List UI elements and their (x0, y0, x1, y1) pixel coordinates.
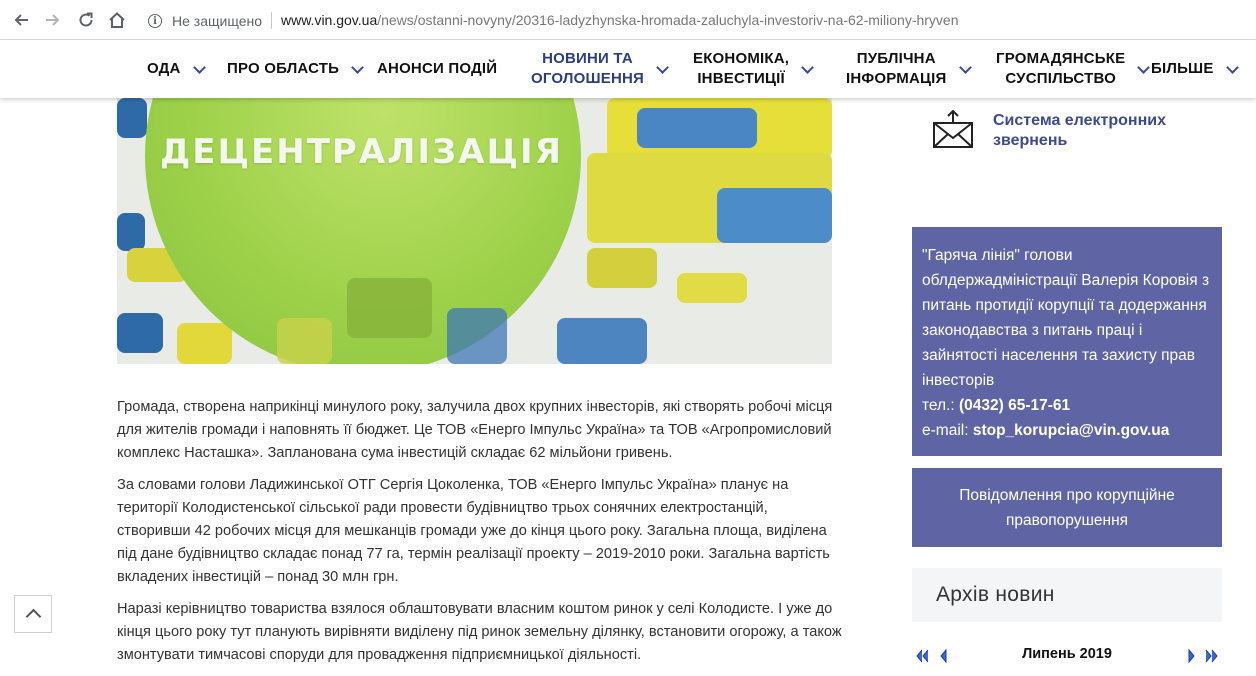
nav-item-label: ГРОМАДЯНСЬКЕ СУСПІЛЬСТВО (996, 49, 1125, 89)
forward-arrow-icon[interactable] (43, 10, 63, 30)
browser-toolbar: i Не защищено www.vin.gov.ua/news/ostann… (0, 0, 1256, 40)
article-paragraph: Громада, створена наприкінці минулого ро… (117, 399, 833, 461)
chevron-down-icon (1225, 60, 1239, 74)
hero-title: ДЕЦЕНТРАЛІЗАЦІЯ (160, 132, 563, 172)
next-month-icon[interactable] (1187, 646, 1196, 666)
chevron-down-icon (958, 60, 972, 74)
nav-label-line: ІНФОРМАЦІЯ (846, 70, 947, 87)
chevron-down-icon (192, 60, 206, 74)
previous-year-icon[interactable] (916, 646, 930, 666)
nav-item-economy[interactable]: ЕКОНОМІКА, ІНВЕСТИЦІЇ (693, 40, 815, 98)
report-corruption-button[interactable]: Повідомлення про корупційне правопорушен… (912, 468, 1222, 547)
nav-item-label: ПРО ОБЛАСТЬ (227, 60, 340, 77)
electronic-appeals-link[interactable]: Система електронних звернень (932, 110, 1166, 151)
home-icon[interactable] (107, 10, 127, 30)
archive-title: Архів новин (936, 583, 1055, 606)
nav-item-news[interactable]: НОВИНИ ТА ОГОЛОШЕННЯ (531, 40, 669, 98)
nav-item-label: ЕКОНОМІКА, ІНВЕСТИЦІЇ (693, 49, 789, 89)
nav-item-label: БІЛЬШЕ (1151, 60, 1214, 77)
news-archive-header: Архів новин (912, 568, 1222, 622)
nav-item-label: ПУБЛІЧНА ІНФОРМАЦІЯ (846, 49, 947, 89)
nav-label-line: ЕКОНОМІКА, (693, 50, 790, 67)
envelope-upload-icon (933, 110, 973, 148)
article-body: Громада, створена наприкінці минулого ро… (117, 396, 842, 676)
calendar-month: Липень 2019 (1022, 646, 1112, 662)
main-navigation: ОДА ПРО ОБЛАСТЬ АНОНСИ ПОДІЙ НОВИНИ ТА ОГ… (0, 40, 1256, 98)
calendar-navigation: Липень 2019 (912, 644, 1222, 668)
nav-item-oda[interactable]: ОДА (147, 40, 206, 98)
info-icon: i (148, 14, 162, 28)
appeal-label-line: звернень (993, 132, 1068, 149)
hotline-text: "Гаряча лінія" голови облдержадміністрац… (922, 247, 1210, 389)
nav-item-more[interactable]: БІЛЬШЕ (1151, 40, 1239, 98)
security-label: Не защищено (172, 13, 262, 29)
chevron-down-icon (1137, 60, 1151, 74)
phone-label: тел.: (922, 397, 955, 414)
chevron-up-icon (25, 608, 41, 625)
nav-label-line: НОВИНИ ТА (542, 50, 633, 67)
nav-label-line: ІНВЕСТИЦІЇ (697, 70, 785, 87)
nav-item-label: ОДА (147, 60, 181, 77)
article-image: ДЕЦЕНТРАЛІЗАЦІЯ (117, 98, 832, 364)
nav-item-label: НОВИНИ ТА ОГОЛОШЕННЯ (531, 49, 644, 89)
nav-item-label: АНОНСИ ПОДІЙ (377, 60, 498, 77)
article-paragraph: Наразі керівництво товариства взялося об… (117, 601, 842, 663)
report-label: Повідомлення про корупційне правопорушен… (959, 486, 1175, 529)
chevron-down-icon (801, 60, 815, 74)
email-link[interactable]: stop_korupcia@vin.gov.ua (973, 422, 1170, 439)
hotline-phone: тел.: (0432) 65-17-61 (922, 393, 1212, 418)
nav-item-public-info[interactable]: ПУБЛІЧНА ІНФОРМАЦІЯ (846, 40, 972, 98)
chevron-down-icon (656, 60, 669, 74)
url-separator (271, 12, 272, 29)
scroll-to-top-button[interactable] (14, 595, 52, 633)
hotline-box: "Гаряча лінія" голови облдержадміністрац… (912, 227, 1222, 456)
appeal-label-line: Система електронних (993, 112, 1166, 129)
address-field[interactable]: www.vin.gov.ua/news/ostanni-novyny/20316… (281, 12, 959, 28)
reload-icon[interactable] (76, 10, 96, 30)
url-path: /news/ostanni-novyny/20316-ladyzhynska-h… (377, 12, 959, 28)
previous-month-icon[interactable] (939, 646, 948, 666)
appeal-label: Система електронних звернень (993, 111, 1166, 151)
nav-label-line: ПУБЛІЧНА (856, 50, 936, 67)
article-paragraph: За словами голови Ладижинської ОТГ Сергі… (117, 477, 830, 585)
nav-item-about-region[interactable]: ПРО ОБЛАСТЬ (227, 40, 364, 98)
url-host: www.vin.gov.ua (281, 12, 378, 28)
email-label: e-mail: (922, 422, 969, 439)
nav-item-civil-society[interactable]: ГРОМАДЯНСЬКЕ СУСПІЛЬСТВО (996, 40, 1151, 98)
nav-label-line: ОГОЛОШЕННЯ (531, 70, 644, 87)
next-year-icon[interactable] (1204, 646, 1218, 666)
security-indicator[interactable]: i Не защищено (148, 11, 262, 31)
hotline-email: e-mail: stop_korupcia@vin.gov.ua (922, 418, 1212, 443)
phone-number[interactable]: (0432) 65-17-61 (959, 397, 1070, 414)
chevron-down-icon (351, 60, 364, 74)
nav-label-line: СУСПІЛЬСТВО (1005, 70, 1116, 87)
nav-item-event-announcements[interactable]: АНОНСИ ПОДІЙ (377, 40, 497, 98)
nav-label-line: ГРОМАДЯНСЬКЕ (996, 50, 1126, 67)
back-arrow-icon[interactable] (11, 10, 31, 30)
